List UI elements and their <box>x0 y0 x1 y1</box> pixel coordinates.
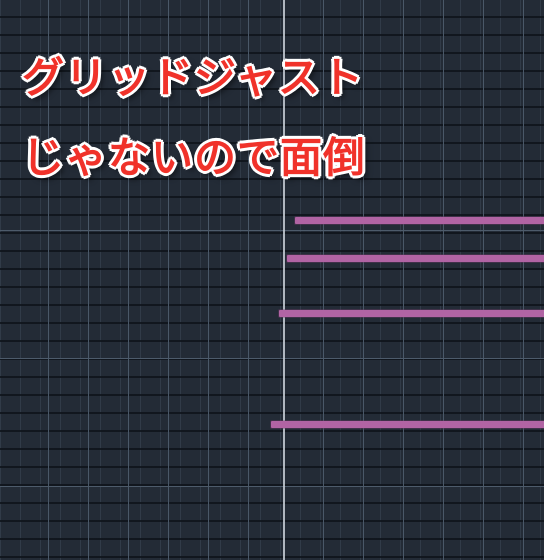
grid-bar-line <box>443 0 444 560</box>
midi-note[interactable] <box>295 217 544 224</box>
grid-bar-line <box>523 0 524 560</box>
grid-octave-line <box>0 486 544 487</box>
grid-bar-line <box>403 0 404 560</box>
overlay-caption-line-2: じゃないので面倒 <box>21 132 367 183</box>
midi-note[interactable] <box>271 421 544 428</box>
grid-octave-line <box>0 358 544 359</box>
midi-note[interactable] <box>279 310 544 317</box>
grid-octave-line <box>0 230 544 231</box>
midi-note[interactable] <box>287 255 544 262</box>
grid-bar-line <box>483 0 484 560</box>
piano-roll-grid[interactable]: グリッドジャスト じゃないので面倒 <box>0 0 544 560</box>
overlay-caption-line-1: グリッドジャスト <box>21 52 364 103</box>
